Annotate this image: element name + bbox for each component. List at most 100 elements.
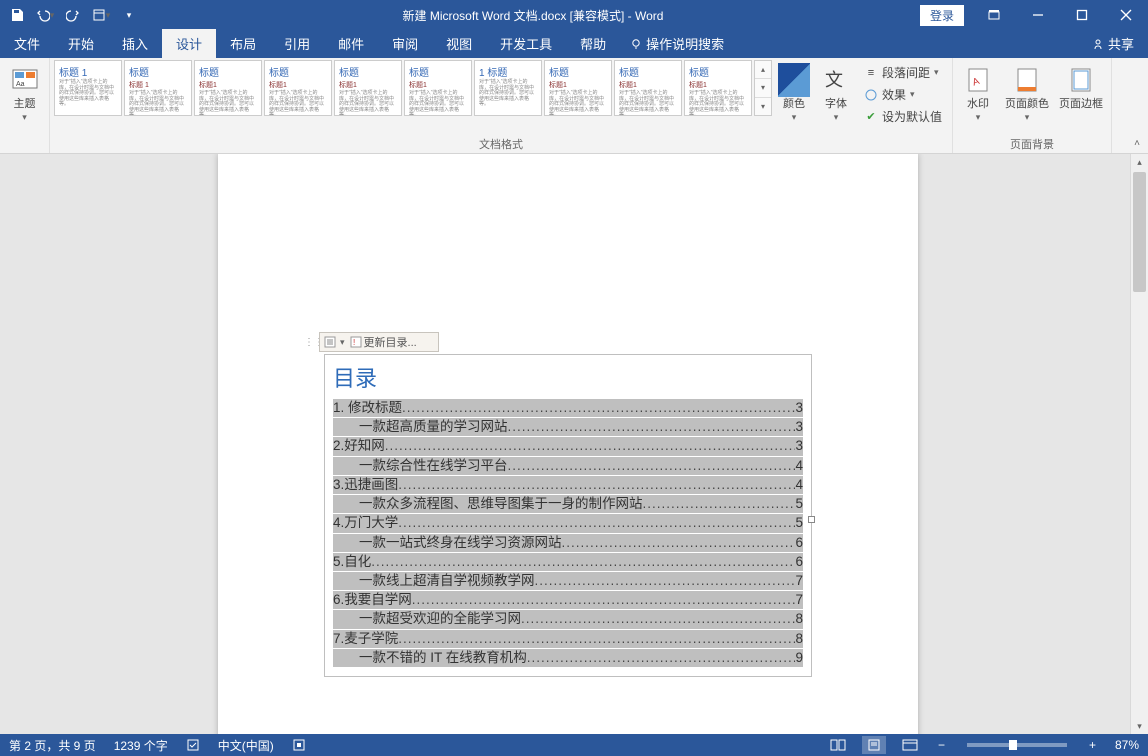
update-icon: ! bbox=[350, 336, 362, 348]
status-page[interactable]: 第 2 页，共 9 页 bbox=[6, 737, 99, 754]
share-button[interactable]: 共享 bbox=[1078, 29, 1148, 58]
toc-entry[interactable]: 一款线上超清自学视频教学网...........................… bbox=[333, 572, 803, 590]
page-borders-button[interactable]: 页面边框 bbox=[1055, 60, 1107, 134]
tab-review[interactable]: 审阅 bbox=[378, 29, 432, 58]
scrollbar-thumb[interactable] bbox=[1133, 172, 1146, 292]
check-icon: ✔ bbox=[864, 110, 878, 124]
watermark-button[interactable]: A 水印▾ bbox=[957, 60, 999, 134]
ribbon-tabs: 文件 开始 插入 设计 布局 引用 邮件 审阅 视图 开发工具 帮助 操作说明搜… bbox=[0, 30, 1148, 58]
tab-file[interactable]: 文件 bbox=[0, 29, 54, 58]
theme-thumb[interactable]: 标题标题1对于"插入"选项卡上的库，在设计时需与文档中的样式保持协调。您可以使用… bbox=[404, 60, 472, 116]
redo-icon[interactable] bbox=[60, 2, 86, 28]
login-button[interactable]: 登录 bbox=[920, 5, 964, 26]
zoom-slider[interactable] bbox=[967, 743, 1067, 747]
theme-thumb[interactable]: 标题标题1对于"插入"选项卡上的库，在设计时需与文档中的样式保持协调。您可以使用… bbox=[684, 60, 752, 116]
tab-references[interactable]: 引用 bbox=[270, 29, 324, 58]
page-color-button[interactable]: 页面颜色▾ bbox=[1001, 60, 1053, 134]
set-default-button[interactable]: ✔设为默认值 bbox=[858, 106, 948, 127]
effects-icon bbox=[864, 88, 878, 102]
share-label: 共享 bbox=[1108, 34, 1134, 53]
tab-help[interactable]: 帮助 bbox=[566, 29, 620, 58]
theme-thumb[interactable]: 标题标题1对于"插入"选项卡上的库，在设计时需与文档中的样式保持协调。您可以使用… bbox=[544, 60, 612, 116]
effects-button[interactable]: 效果▾ bbox=[858, 84, 948, 105]
document-formatting-gallery[interactable]: 标题 1对于"插入"选项卡上的库，在设计时需与文档中的样式保持协调。您可以使用这… bbox=[54, 60, 752, 116]
toc-entry[interactable]: 一款众多流程图、思维导图集于一身的制作网站...................… bbox=[333, 495, 803, 513]
status-word-count[interactable]: 1239 个字 bbox=[111, 737, 171, 754]
theme-thumb[interactable]: 标题标题1对于"插入"选项卡上的库，在设计时需与文档中的样式保持协调。您可以使用… bbox=[334, 60, 402, 116]
toc-entry[interactable]: 1. 修改标题.................................… bbox=[333, 399, 803, 417]
collapse-ribbon-button[interactable]: ˄ bbox=[1130, 136, 1144, 151]
save-icon[interactable] bbox=[4, 2, 30, 28]
toc-entry[interactable]: 一款超高质量的学习网站.............................… bbox=[333, 418, 803, 436]
page-color-icon bbox=[1011, 64, 1043, 96]
chevron-down-icon: ▾ bbox=[22, 112, 27, 122]
maximize-button[interactable] bbox=[1060, 0, 1104, 30]
theme-thumb[interactable]: 标题标题1对于"插入"选项卡上的库，在设计时需与文档中的样式保持协调。您可以使用… bbox=[614, 60, 682, 116]
toc-options-button[interactable] bbox=[322, 334, 338, 350]
undo-icon[interactable]: ▾ bbox=[32, 2, 58, 28]
qat-extra-icon[interactable]: ▾ bbox=[88, 2, 114, 28]
zoom-in-button[interactable]: + bbox=[1085, 738, 1100, 752]
toc-resize-handle[interactable] bbox=[808, 516, 815, 523]
gallery-more-button[interactable]: ▾ bbox=[755, 98, 771, 115]
themes-button[interactable]: Aa 主题▾ bbox=[4, 60, 45, 134]
tab-design[interactable]: 设计 bbox=[162, 29, 216, 58]
qat-customize-icon[interactable]: ▾ bbox=[116, 2, 142, 28]
paragraph-spacing-button[interactable]: ≡段落间距▾ bbox=[858, 62, 948, 83]
zoom-level[interactable]: 87% bbox=[1112, 738, 1142, 752]
colors-button[interactable]: 颜色▾ bbox=[774, 60, 814, 134]
tell-me-label: 操作说明搜索 bbox=[646, 34, 724, 53]
toc-move-handle[interactable]: ⋮⋮ bbox=[309, 332, 319, 352]
status-language[interactable]: 中文(中国) bbox=[215, 737, 277, 754]
toc-entry[interactable]: 3.迅捷画图..................................… bbox=[333, 476, 803, 494]
paragraph-spacing-icon: ≡ bbox=[864, 66, 878, 80]
theme-thumb[interactable]: 1 标题对于"插入"选项卡上的库，在设计时需与文档中的样式保持协调。您可以使用这… bbox=[474, 60, 542, 116]
toc-update-button[interactable]: ! 更新目录... bbox=[347, 334, 420, 350]
toc-entry[interactable]: 2.好知网...................................… bbox=[333, 437, 803, 455]
fonts-button[interactable]: 文 字体▾ bbox=[816, 60, 856, 134]
tab-insert[interactable]: 插入 bbox=[108, 29, 162, 58]
view-web-layout-button[interactable] bbox=[898, 736, 922, 754]
toc-entry[interactable]: 一款不错的 IT 在线教育机构.........................… bbox=[333, 649, 803, 667]
toc-frame[interactable]: 目录 1. 修改标题..............................… bbox=[324, 354, 812, 677]
scroll-up-button[interactable]: ▴ bbox=[1131, 154, 1148, 170]
toc-entry[interactable]: 一款一站式终身在线学习资源网站.........................… bbox=[333, 534, 803, 552]
tab-developer[interactable]: 开发工具 bbox=[486, 29, 566, 58]
toc-entry[interactable]: 6.我要自学网.................................… bbox=[333, 591, 803, 609]
ribbon-body: Aa 主题▾ 标题 1对于"插入"选项卡上的库，在设计时需与文档中的样式保持协调… bbox=[0, 58, 1148, 154]
ribbon-display-icon[interactable] bbox=[972, 0, 1016, 30]
close-button[interactable] bbox=[1104, 0, 1148, 30]
tab-view[interactable]: 视图 bbox=[432, 29, 486, 58]
toc-entry[interactable]: 5.自化....................................… bbox=[333, 553, 803, 571]
theme-thumb[interactable]: 标题标题1对于"插入"选项卡上的库，在设计时需与文档中的样式保持协调。您可以使用… bbox=[264, 60, 332, 116]
svg-text:文: 文 bbox=[825, 70, 843, 90]
toc-entry[interactable]: 7.麦子学院..................................… bbox=[333, 630, 803, 648]
zoom-out-button[interactable]: − bbox=[934, 738, 949, 752]
tab-mailings[interactable]: 邮件 bbox=[324, 29, 378, 58]
theme-thumb[interactable]: 标题标题1对于"插入"选项卡上的库，在设计时需与文档中的样式保持协调。您可以使用… bbox=[194, 60, 262, 116]
scroll-down-button[interactable]: ▾ bbox=[1131, 718, 1148, 734]
theme-thumb[interactable]: 标题 1对于"插入"选项卡上的库，在设计时需与文档中的样式保持协调。您可以使用这… bbox=[54, 60, 122, 116]
tab-home[interactable]: 开始 bbox=[54, 29, 108, 58]
fonts-icon: 文 bbox=[820, 64, 852, 96]
tab-layout[interactable]: 布局 bbox=[216, 29, 270, 58]
gallery-scroll: ▴ ▾ ▾ bbox=[754, 60, 772, 116]
theme-thumb[interactable]: 标题标题 1对于"插入"选项卡上的库，在设计时需与文档中的样式保持协调。您可以使… bbox=[124, 60, 192, 116]
toc-entry[interactable]: 一款综合性在线学习平台.............................… bbox=[333, 457, 803, 475]
minimize-button[interactable] bbox=[1016, 0, 1060, 30]
status-proofing-icon[interactable] bbox=[183, 738, 203, 752]
status-macro-icon[interactable] bbox=[289, 738, 309, 752]
title-bar: ▾ ▾ ▾ 新建 Microsoft Word 文档.docx [兼容模式] -… bbox=[0, 0, 1148, 30]
window-controls: 登录 bbox=[920, 0, 1148, 30]
zoom-slider-knob[interactable] bbox=[1009, 740, 1017, 750]
chevron-down-icon[interactable]: ▾ bbox=[340, 337, 345, 348]
toc-entry[interactable]: 4.万门大学..................................… bbox=[333, 514, 803, 532]
tell-me-search[interactable]: 操作说明搜索 bbox=[620, 29, 734, 58]
gallery-up-button[interactable]: ▴ bbox=[755, 61, 771, 79]
view-print-layout-button[interactable] bbox=[862, 736, 886, 754]
page-bg-group-label: 页面背景 bbox=[957, 134, 1107, 154]
toc-entry[interactable]: 一款超受欢迎的全能学习网............................… bbox=[333, 610, 803, 628]
vertical-scrollbar[interactable]: ▴ ▾ bbox=[1130, 154, 1148, 734]
view-read-mode-button[interactable] bbox=[826, 736, 850, 754]
gallery-down-button[interactable]: ▾ bbox=[755, 79, 771, 97]
